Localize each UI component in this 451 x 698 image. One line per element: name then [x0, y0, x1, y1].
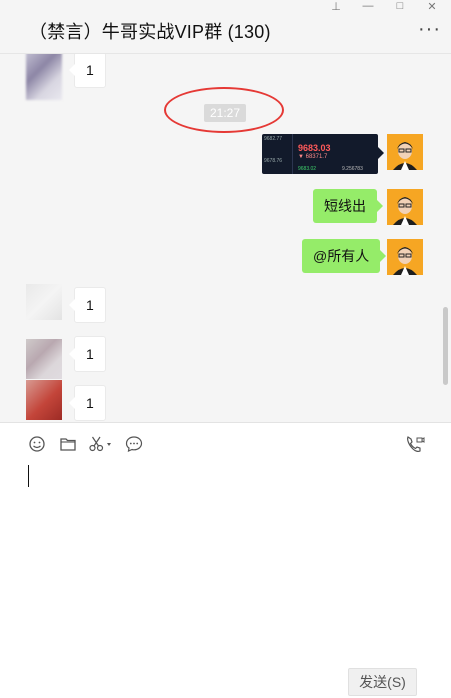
person-icon — [387, 189, 423, 225]
person-icon — [387, 239, 423, 275]
avatar[interactable] — [26, 339, 62, 379]
message-bubble[interactable]: @所有人 — [302, 239, 387, 273]
chat-title: （禁言）牛哥实战VIP群 (130) — [29, 22, 271, 42]
scissors-icon[interactable] — [88, 435, 112, 458]
maximize-icon[interactable]: □ — [389, 0, 411, 13]
pin-icon[interactable]: ⊥ — [325, 0, 347, 13]
message-bubble[interactable]: 1 — [69, 287, 106, 323]
avatar[interactable] — [26, 54, 62, 100]
chat-history-icon[interactable] — [125, 435, 143, 458]
avatar[interactable] — [26, 380, 62, 420]
close-icon[interactable]: ✕ — [421, 0, 443, 13]
message-bubble[interactable]: 1 — [69, 385, 106, 421]
video-call-icon[interactable] — [405, 435, 425, 458]
message-bubble[interactable]: 1 — [69, 54, 106, 88]
divider-line — [292, 134, 293, 174]
image-text: 9683.03 — [298, 143, 331, 153]
window-controls: ⊥ — □ ✕ — [325, 0, 443, 13]
minimize-icon[interactable]: — — [357, 0, 379, 13]
my-avatar[interactable] — [387, 134, 423, 170]
message-bubble[interactable]: 1 — [69, 336, 106, 372]
folder-icon[interactable] — [59, 435, 77, 458]
image-text: 9682.77 — [264, 136, 283, 142]
bubble-arrow — [378, 147, 384, 159]
image-text: 9678.76 — [264, 158, 283, 164]
avatar[interactable] — [26, 284, 62, 320]
send-button[interactable]: 发送(S) — [348, 668, 417, 696]
text-cursor — [28, 465, 29, 487]
message-bubble[interactable]: 短线出 — [313, 189, 383, 223]
composer-toolbar — [0, 422, 451, 467]
title-bar: （禁言）牛哥实战VIP群 (130) ⊥ — □ ✕ ··· — [0, 0, 451, 54]
more-options-button[interactable]: ··· — [418, 18, 441, 41]
my-avatar[interactable] — [387, 239, 423, 275]
emoji-icon[interactable] — [28, 435, 46, 458]
image-text: 9683.02 — [298, 166, 317, 172]
highlight-circle — [164, 87, 284, 133]
message-list[interactable]: 1 21:27 9682.77 9678.76 9683.03 ▼ 68371.… — [0, 54, 451, 422]
my-avatar[interactable] — [387, 189, 423, 225]
image-text: ▼ 68371.7 — [298, 154, 328, 160]
message-input[interactable] — [0, 466, 451, 698]
scrollbar[interactable] — [443, 307, 448, 385]
image-text: 9.256783 — [342, 166, 363, 172]
stock-screenshot-image[interactable]: 9682.77 9678.76 9683.03 ▼ 68371.7 9683.0… — [262, 134, 378, 174]
person-icon — [387, 134, 423, 170]
